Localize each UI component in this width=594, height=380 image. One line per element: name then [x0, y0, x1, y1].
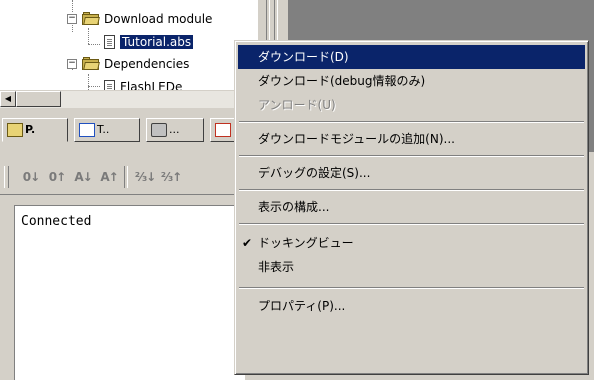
- menu-item-properties[interactable]: プロパティ(P)...: [238, 294, 585, 318]
- scroll-left-button[interactable]: ◀: [0, 91, 16, 107]
- context-menu: ダウンロード(D) ダウンロード(debug情報のみ) アンロード(U) ダウン…: [234, 40, 589, 375]
- menu-item-unload[interactable]: アンロード(U): [238, 93, 585, 117]
- toolbar-grip[interactable]: [4, 166, 9, 188]
- output-frame: [0, 195, 14, 379]
- toolbar-separator: [124, 166, 128, 188]
- sort-numeric-descending-icon[interactable]: ⅔↑: [160, 167, 182, 187]
- tab-label: T..: [97, 123, 110, 136]
- collapse-toggle-dependencies[interactable]: −: [67, 59, 77, 69]
- sort-ascending-icon[interactable]: 0↓: [20, 167, 42, 187]
- menu-separator: [239, 121, 584, 123]
- monitor-tab-icon: [151, 123, 167, 137]
- output-window[interactable]: Connected: [14, 205, 245, 380]
- menu-separator: [239, 155, 584, 157]
- tab-label: ...: [169, 123, 180, 136]
- sort-alpha-descending-icon[interactable]: A↑: [98, 167, 120, 187]
- output-text: Connected: [21, 214, 92, 229]
- tree-item-dependencies[interactable]: Dependencies: [104, 57, 189, 71]
- tree-item-tutorial-abs[interactable]: Tutorial.abs: [120, 35, 194, 49]
- menu-separator: [239, 189, 584, 191]
- menu-item-download[interactable]: ダウンロード(D): [238, 45, 585, 69]
- sort-numeric-ascending-icon[interactable]: ⅔↓: [134, 167, 156, 187]
- checklist-tab-icon: [215, 123, 231, 137]
- menu-item-display-configuration[interactable]: 表示の構成...: [238, 195, 585, 219]
- target-tab-icon: [79, 123, 95, 137]
- output-toolbar: 0↓ 0↑ A↓ A↑ ⅔↓ ⅔↑: [0, 160, 240, 195]
- menu-item-debug-settings[interactable]: デバッグの設定(S)...: [238, 161, 585, 185]
- menu-item-download-debug-only[interactable]: ダウンロード(debug情報のみ): [238, 69, 585, 93]
- menu-item-add-download-module[interactable]: ダウンロードモジュールの追加(N)...: [238, 127, 585, 151]
- tab-third[interactable]: ...: [146, 118, 204, 142]
- scroll-thumb[interactable]: [16, 91, 61, 107]
- project-tab-icon: [7, 123, 23, 137]
- folder-icon: [82, 57, 100, 70]
- tree-item-flashled[interactable]: FlashLEDe: [120, 80, 182, 90]
- tree-item-download-module[interactable]: Download module: [104, 12, 212, 26]
- check-icon: ✔: [242, 236, 253, 250]
- collapse-toggle-download-module[interactable]: −: [67, 14, 77, 24]
- file-icon: [104, 80, 115, 90]
- menu-item-label: ドッキングビュー: [258, 236, 354, 250]
- tab-targets[interactable]: T..: [74, 118, 140, 142]
- project-tree[interactable]: − Download module Tutorial.abs − Depende…: [0, 0, 258, 90]
- menu-item-docking-view[interactable]: ✔ ドッキングビュー: [238, 231, 585, 255]
- menu-separator: [239, 287, 584, 289]
- tree-horizontal-scrollbar[interactable]: ◀: [0, 90, 258, 108]
- sort-alpha-ascending-icon[interactable]: A↓: [72, 167, 94, 187]
- tab-label: P.: [25, 123, 36, 136]
- sort-descending-icon[interactable]: 0↑: [46, 167, 68, 187]
- tab-projects[interactable]: P.: [2, 118, 68, 142]
- menu-item-hide[interactable]: 非表示: [238, 255, 585, 279]
- menu-separator: [239, 223, 584, 225]
- folder-icon: [82, 12, 100, 25]
- file-icon: [104, 35, 115, 49]
